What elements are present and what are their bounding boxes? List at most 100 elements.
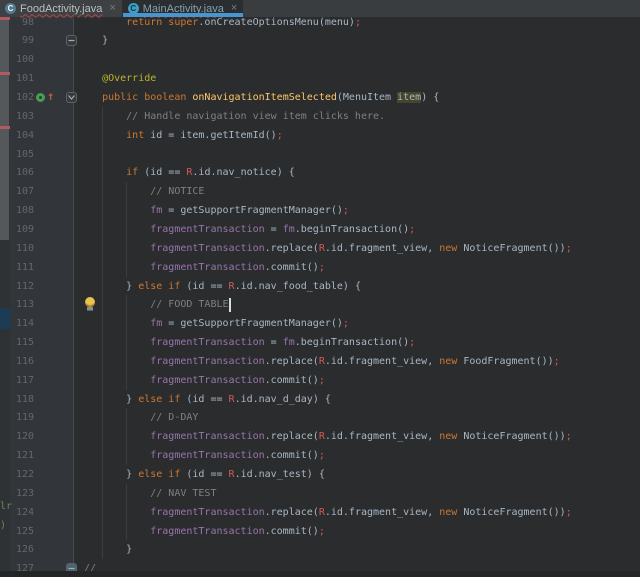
token: ; — [342, 205, 349, 217]
line-number[interactable]: 118 — [10, 390, 34, 409]
line-number[interactable]: 103 — [10, 107, 34, 126]
fold-end-icon[interactable] — [66, 35, 77, 47]
token: ; — [318, 261, 325, 273]
line-number[interactable]: 100 — [10, 50, 34, 69]
line-number[interactable]: 122 — [10, 465, 34, 484]
token: } — [126, 544, 133, 556]
token: @Override — [102, 73, 157, 85]
line-number[interactable]: 111 — [10, 258, 34, 277]
code-line[interactable]: 105 — [10, 145, 640, 164]
code-line[interactable]: 110 fragmentTransaction.replace(R.id.frag… — [10, 239, 640, 258]
line-number[interactable]: 109 — [10, 220, 34, 239]
line-number[interactable]: 99 — [10, 31, 34, 50]
editor-tab-bar: C FoodActivity.java × C MainActivity.jav… — [0, 0, 640, 17]
line-number[interactable]: 108 — [10, 201, 34, 220]
line-number[interactable]: 117 — [10, 371, 34, 390]
fold-collapse-icon[interactable] — [66, 92, 77, 103]
code-line[interactable]: 122} else if (id == R.id.nav_test) { — [10, 465, 640, 484]
line-number[interactable]: 106 — [10, 163, 34, 182]
tab-foodactivity[interactable]: C FoodActivity.java × — [0, 0, 123, 17]
token: .id.fragment_view, — [324, 431, 440, 443]
code-line[interactable]: 99} — [10, 31, 640, 50]
code-line[interactable]: 117 fragmentTransaction.commit(); — [10, 371, 640, 390]
token: // FOOD TABLE — [150, 299, 229, 311]
code-line[interactable]: 101 @Override — [10, 69, 640, 88]
line-number[interactable]: 126 — [10, 540, 34, 559]
line-number[interactable]: 123 — [10, 484, 34, 503]
token: id = item.getItemId() — [150, 129, 277, 141]
token: // NOTICE — [150, 186, 205, 198]
code-text: fragmentTransaction.replace(R.id.fragmen… — [150, 503, 571, 522]
code-line[interactable]: 111 fragmentTransaction.commit(); — [10, 258, 640, 277]
line-number[interactable]: 114 — [10, 314, 34, 333]
code-line[interactable]: 103 // Handle navigation view item clicks… — [10, 107, 640, 126]
token: .id.nav_test) { — [234, 469, 325, 480]
code-line[interactable]: 112} else if (id == R.id.nav_food_table)… — [10, 277, 640, 296]
code-line[interactable]: 125 fragmentTransaction.commit(); — [10, 522, 640, 541]
token: NoticeFragment()) — [463, 242, 566, 254]
code-line[interactable]: 100 — [10, 50, 640, 69]
code-line[interactable]: 119 // D-DAY — [10, 408, 640, 427]
token: if — [126, 167, 145, 179]
token: fragmentTransaction — [150, 223, 265, 235]
code-line[interactable]: 108 fm = getSupportFragmentManager(); — [10, 201, 640, 220]
token: // NAV TEST — [150, 487, 217, 499]
code-line[interactable]: 123 // NAV TEST — [10, 484, 640, 503]
tab-mainactivity[interactable]: C MainActivity.java × — [122, 0, 244, 17]
line-number[interactable]: 121 — [10, 446, 34, 465]
code-line[interactable]: 116 fragmentTransaction.replace(R.id.frag… — [10, 352, 640, 371]
bottom-edge — [0, 571, 640, 577]
token: fm — [282, 337, 295, 349]
override-marker-icon[interactable]: ↑ — [36, 89, 60, 104]
code-line[interactable]: 115 fragmentTransaction = fm.beginTransac… — [10, 333, 640, 352]
class-icon: C — [5, 3, 16, 14]
token: ; — [565, 506, 572, 518]
code-editor[interactable]: 98 return super.onCreateOptionsMenu(menu)… — [0, 0, 640, 577]
error-stripe-mark — [0, 17, 10, 20]
code-line[interactable]: 118} else if (id == R.id.nav_d_day) { — [10, 390, 640, 409]
line-number[interactable]: 101 — [10, 69, 34, 88]
code-line[interactable]: 114 fm = getSupportFragmentManager(); — [10, 314, 640, 333]
line-number[interactable]: 116 — [10, 352, 34, 371]
token: fm — [150, 318, 163, 330]
token: (id == — [186, 280, 229, 292]
line-number[interactable]: 102 — [10, 88, 34, 107]
close-icon[interactable]: × — [109, 3, 115, 14]
line-number[interactable]: 110 — [10, 239, 34, 258]
token: onNavigationItemSelected — [192, 92, 337, 103]
text-caret — [228, 297, 231, 312]
token: .commit() — [264, 374, 319, 386]
token: .beginTransaction() — [294, 337, 410, 349]
code-line[interactable]: 121 fragmentTransaction.commit(); — [10, 446, 640, 465]
line-number[interactable]: 107 — [10, 182, 34, 201]
token: ; — [342, 318, 349, 330]
token: fragmentTransaction — [150, 431, 265, 443]
active-tab-underline — [122, 13, 244, 17]
line-number[interactable]: 105 — [10, 145, 34, 164]
token: .commit() — [264, 525, 319, 537]
line-number[interactable]: 104 — [10, 126, 34, 145]
code-line[interactable]: 126} — [10, 540, 640, 559]
line-number[interactable]: 119 — [10, 408, 34, 427]
line-number[interactable]: 115 — [10, 333, 34, 352]
code-line[interactable]: 107 // NOTICE — [10, 182, 640, 201]
code-line[interactable]: 120 fragmentTransaction.replace(R.id.frag… — [10, 427, 640, 446]
indent-guide — [126, 483, 127, 541]
code-text: fragmentTransaction.commit(); — [150, 522, 325, 541]
token: fragmentTransaction — [150, 355, 265, 367]
intention-bulb-icon[interactable] — [84, 297, 96, 312]
line-number[interactable]: 125 — [10, 522, 34, 541]
line-number[interactable]: 113 — [10, 295, 34, 314]
token: fm — [282, 223, 295, 235]
code-line[interactable]: 124 fragmentTransaction.replace(R.id.frag… — [10, 503, 640, 522]
line-number[interactable]: 112 — [10, 277, 34, 296]
code-line[interactable]: 106 if (id == R.id.nav_notice) { — [10, 163, 640, 182]
line-number[interactable]: 124 — [10, 503, 34, 522]
code-line[interactable]: 113 // FOOD TABLE — [10, 295, 640, 314]
code-line[interactable]: 102 public boolean onNavigationItemSelect… — [10, 88, 640, 107]
left-scrollbar-thumb[interactable] — [0, 18, 9, 240]
code-text: fragmentTransaction.replace(R.id.fragmen… — [150, 352, 559, 371]
line-number[interactable]: 120 — [10, 427, 34, 446]
code-line[interactable]: 109 fragmentTransaction = fm.beginTransac… — [10, 220, 640, 239]
code-line[interactable]: 104 int id = item.getItemId(); — [10, 126, 640, 145]
